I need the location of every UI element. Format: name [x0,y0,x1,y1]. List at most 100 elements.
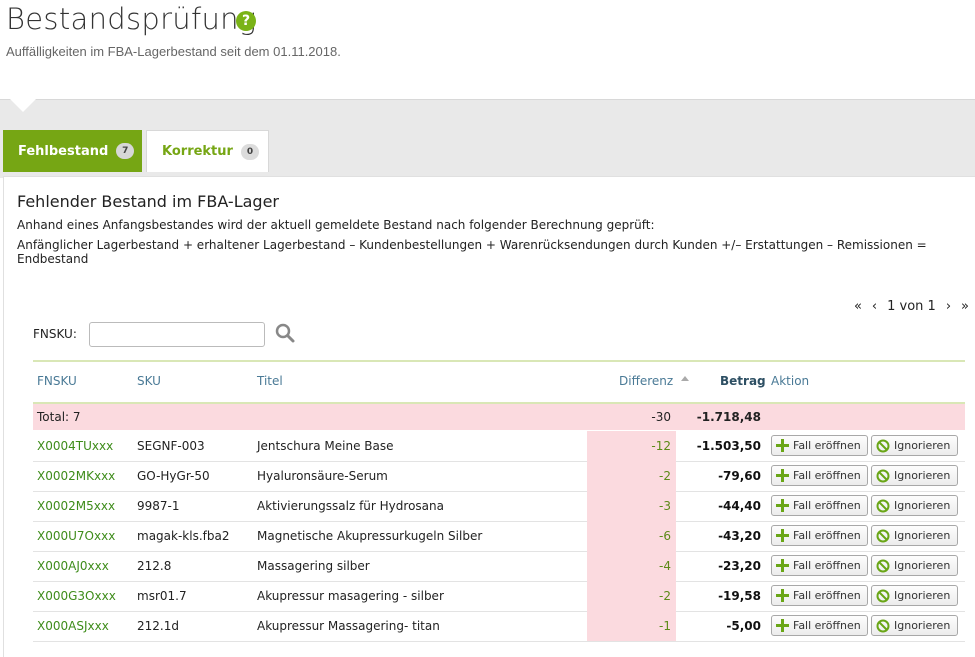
sku-cell: 212.8 [137,559,172,573]
col-header-action: Aktion [771,374,810,388]
ban-icon [876,559,890,572]
page-subtitle: Auffälligkeiten im FBA-Lagerbestand seit… [6,44,341,59]
ban-icon [876,439,890,452]
plus-icon [776,529,789,542]
search-icon[interactable] [274,322,298,346]
tab-label: Fehlbestand [18,143,109,159]
page-indicator: 1 von 1 [887,299,936,314]
sort-asc-icon[interactable] [681,376,689,381]
diff-cell: -2 [659,589,671,603]
plus-icon [776,439,789,452]
table-row: X000U7Oxxx magak-kls.fba2 Magnetische Akup… [33,521,965,552]
table-row: X0002MKxxx GO-HyGr-50 Hyaluronsäure-Serum -… [33,461,965,492]
total-amount: -1.718,48 [696,410,761,424]
ignore-button[interactable]: Ignorieren [871,525,958,546]
col-header-title[interactable]: Titel [257,374,283,388]
sku-cell: GO-HyGr-50 [137,469,210,483]
ignore-label: Ignorieren [894,619,951,632]
last-page-button[interactable]: » [961,299,969,314]
open-case-button[interactable]: Fall eröffnen [771,495,868,516]
panel-description: Anhand eines Anfangsbestandes wird der a… [17,218,655,232]
pagination: « ‹ 1 von 1 › » [854,299,969,314]
title-cell: Hyaluronsäure-Serum [257,469,388,483]
open-case-button[interactable]: Fall eröffnen [771,555,868,576]
band-notch [10,99,36,112]
diff-cell: -1 [659,619,671,633]
col-header-amount[interactable]: Betrag [720,374,766,388]
ignore-button[interactable]: Ignorieren [871,615,958,636]
ignore-button[interactable]: Ignorieren [871,435,958,456]
panel-title: Fehlender Bestand im FBA-Lager [17,192,279,211]
next-page-button[interactable]: › [946,299,951,314]
open-case-button[interactable]: Fall eröffnen [771,585,868,606]
fnsku-link[interactable]: X0002M5xxx [37,499,115,513]
open-case-button[interactable]: Fall eröffnen [771,435,868,456]
total-label: Total: 7 [37,410,81,424]
fnsku-link[interactable]: X0004TUxxx [37,439,113,453]
col-header-diff[interactable]: Differenz [619,374,673,388]
open-case-label: Fall eröffnen [793,589,861,602]
open-case-button[interactable]: Fall eröffnen [771,465,868,486]
diff-cell: -2 [659,469,671,483]
ignore-label: Ignorieren [894,589,951,602]
ignore-button[interactable]: Ignorieren [871,465,958,486]
title-cell: Akupressur masagering - silber [257,589,444,603]
fnsku-filter-label: FNSKU: [33,327,77,341]
diff-cell: -4 [659,559,671,573]
table-row: X000G3Oxxx msr01.7 Akupressur masagering -… [33,581,965,612]
fnsku-search-input[interactable] [89,322,265,347]
fnsku-link[interactable]: X000G3Oxxx [37,589,116,603]
table-row: X0002M5xxx 9987-1 Aktivierungssalz für Hyd… [33,491,965,522]
open-case-label: Fall eröffnen [793,559,861,572]
fnsku-link[interactable]: X000ASJxxx [37,619,109,633]
ban-icon [876,589,890,602]
table-top-divider [33,360,965,362]
open-case-label: Fall eröffnen [793,469,861,482]
ignore-button[interactable]: Ignorieren [871,585,958,606]
plus-icon [776,469,789,482]
panel-formula: Anfänglicher Lagerbestand + erhaltener L… [17,238,927,266]
col-header-fnsku[interactable]: FNSKU [37,374,77,388]
tab-count-badge: 0 [240,143,259,160]
table-row: X000ASJxxx 212.1d Akupressur Massagering- … [33,611,965,642]
total-diff: -30 [651,410,671,424]
title-cell: Aktivierungssalz für Hydrosana [257,499,444,513]
ignore-button[interactable]: Ignorieren [871,495,958,516]
open-case-label: Fall eröffnen [793,439,861,452]
ignore-label: Ignorieren [894,559,951,572]
first-page-button[interactable]: « [854,299,862,314]
amount-cell: -44,40 [718,499,761,513]
fnsku-link[interactable]: X000U7Oxxx [37,529,115,543]
fnsku-link[interactable]: X000AJ0xxx [37,559,109,573]
diff-cell: -3 [659,499,671,513]
tab-korrektur[interactable]: Korrektur 0 [146,130,269,172]
open-case-label: Fall eröffnen [793,499,861,512]
title-cell: Jentschura Meine Base [257,439,394,453]
page-title: Bestandsprüfung [6,2,257,36]
tab-count-badge: 7 [116,143,135,159]
open-case-button[interactable]: Fall eröffnen [771,525,868,546]
title-cell: Akupressur Massagering- titan [257,619,440,633]
ignore-button[interactable]: Ignorieren [871,555,958,576]
open-case-label: Fall eröffnen [793,529,861,542]
total-row: Total: 7 -30 -1.718,48 [33,404,965,430]
col-header-sku[interactable]: SKU [137,374,161,388]
amount-cell: -1.503,50 [696,439,761,453]
table-row: X000AJ0xxx 212.8 Massagering silber -4 -23,2… [33,551,965,582]
fnsku-link[interactable]: X0002MKxxx [37,469,115,483]
diff-cell: -6 [659,529,671,543]
amount-cell: -43,20 [718,529,761,543]
sku-cell: 212.1d [137,619,179,633]
help-icon[interactable]: ? [236,11,256,31]
open-case-label: Fall eröffnen [793,619,861,632]
tab-label: Korrektur [162,144,233,159]
tab-fehlbestand[interactable]: Fehlbestand 7 [3,130,142,172]
plus-icon [776,499,789,512]
ban-icon [876,619,890,632]
diff-cell: -12 [651,439,671,453]
prev-page-button[interactable]: ‹ [872,299,877,314]
ignore-label: Ignorieren [894,529,951,542]
sku-cell: 9987-1 [137,499,180,513]
amount-cell: -79,60 [718,469,761,483]
open-case-button[interactable]: Fall eröffnen [771,615,868,636]
